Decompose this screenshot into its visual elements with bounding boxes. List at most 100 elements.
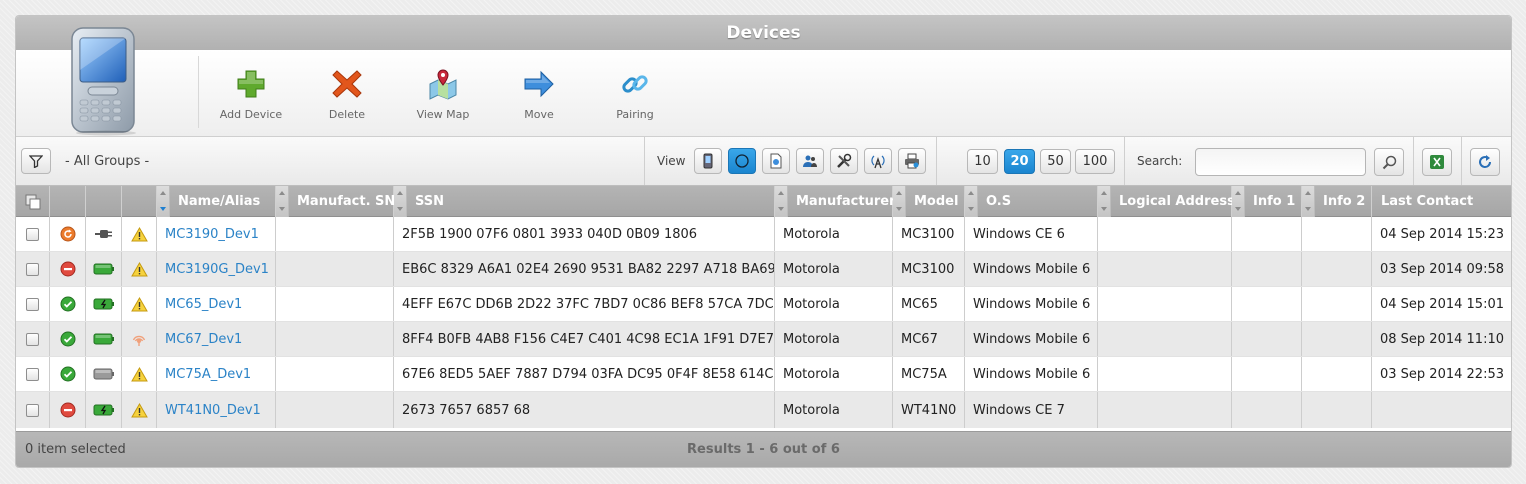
status-column-header: [50, 186, 86, 217]
group-selector[interactable]: - All Groups -: [65, 137, 149, 186]
info2-cell: [1302, 322, 1372, 356]
manufacturer-cell: Motorola: [775, 322, 893, 356]
sort-handle[interactable]: [1098, 186, 1111, 217]
battery-charging-icon: [93, 404, 114, 416]
row-checkbox[interactable]: [26, 332, 39, 346]
warning-icon: [130, 402, 148, 417]
sort-handle[interactable]: [1232, 186, 1245, 217]
sort-handle[interactable]: [394, 186, 407, 217]
view-users-button[interactable]: [796, 148, 824, 174]
logical-address-cell: [1098, 392, 1232, 428]
view-map-button[interactable]: View Map: [398, 68, 488, 121]
sort-handle[interactable]: [1302, 186, 1315, 217]
info2-cell: [1302, 252, 1372, 286]
move-button[interactable]: Move: [494, 68, 584, 121]
device-name-link[interactable]: MC65_Dev1: [165, 297, 242, 312]
column-label: Last Contact: [1381, 194, 1474, 209]
column-label: Info 2: [1323, 194, 1366, 209]
filter-button[interactable]: [21, 148, 51, 174]
circle-icon: [735, 154, 749, 168]
search-button[interactable]: [1374, 148, 1404, 176]
row-checkbox[interactable]: [26, 297, 39, 311]
ssn-cell: 8FF4 B0FB 4AB8 F156 C4E7 C401 4C98 EC1A …: [394, 322, 775, 356]
table-row[interactable]: WT41N0_Dev1 2673 7657 6857 68 Motorola W…: [16, 392, 1511, 428]
info2-cell: [1302, 357, 1372, 391]
device-name-link[interactable]: MC3190G_Dev1: [165, 262, 269, 277]
sort-handle[interactable]: [157, 186, 170, 217]
view-status-button[interactable]: [728, 148, 756, 174]
view-printer-button[interactable]: [898, 148, 926, 174]
column-header-manufact-sn[interactable]: Manufact. SN: [276, 186, 395, 217]
pairing-button[interactable]: Pairing: [590, 68, 680, 121]
row-checkbox[interactable]: [26, 227, 39, 241]
model-cell: WT41N0: [893, 392, 965, 428]
device-name-link[interactable]: WT41N0_Dev1: [165, 403, 261, 418]
view-config-button[interactable]: [762, 148, 790, 174]
device-name-link[interactable]: MC75A_Dev1: [165, 367, 251, 382]
row-checkbox[interactable]: [26, 367, 39, 381]
page-size-10[interactable]: 10: [967, 149, 998, 174]
view-antenna-button[interactable]: [864, 148, 892, 174]
select-all-icon[interactable]: [25, 194, 41, 210]
manufacturer-cell: Motorola: [775, 287, 893, 321]
column-header-ssn[interactable]: SSN: [394, 186, 775, 217]
row-checkbox[interactable]: [26, 403, 39, 417]
model-cell: MC3100: [893, 252, 965, 286]
funnel-icon: [29, 155, 43, 168]
add-device-label: Add Device: [219, 108, 283, 121]
column-header-info1[interactable]: Info 1: [1232, 186, 1302, 217]
delete-button[interactable]: Delete: [302, 68, 392, 121]
view-device-button[interactable]: [694, 148, 722, 174]
table-row[interactable]: MC3190G_Dev1 EB6C 8329 A6A1 02E4 2690 95…: [16, 252, 1511, 287]
page-size-100[interactable]: 100: [1075, 149, 1115, 174]
last-contact-cell: 04 Sep 2014 15:01: [1380, 296, 1504, 312]
column-header-name[interactable]: Name/Alias: [157, 186, 276, 217]
ssn-cell: 67E6 8ED5 5AEF 7887 D794 03FA DC95 0F4F …: [394, 357, 775, 391]
column-header-manufacturer[interactable]: Manufacturer: [775, 186, 896, 217]
device-name-link[interactable]: MC3190_Dev1: [165, 227, 259, 242]
os-cell: Windows CE 7: [965, 392, 1098, 428]
device-name-link[interactable]: MC67_Dev1: [165, 332, 242, 347]
view-tools-button[interactable]: [830, 148, 858, 174]
filter-separator: [644, 137, 645, 185]
column-label: Manufacturer: [796, 194, 896, 209]
os-cell: Windows Mobile 6: [965, 322, 1098, 356]
window-title: Devices: [16, 16, 1511, 50]
mobile-device-icon: [71, 27, 136, 136]
table-row[interactable]: MC75A_Dev1 67E6 8ED5 5AEF 7887 D794 03FA…: [16, 357, 1511, 392]
ssn-cell: 2F5B 1900 07F6 0801 3933 040D 0B09 1806: [394, 217, 775, 251]
manufacturer-cell: Motorola: [775, 252, 893, 286]
column-label: Logical Address: [1119, 194, 1235, 209]
column-header-info2[interactable]: Info 2: [1302, 186, 1372, 217]
refresh-button[interactable]: [1470, 148, 1500, 176]
tools-icon: [837, 153, 852, 168]
power-plug-icon: [94, 230, 112, 238]
column-header-model[interactable]: Model: [893, 186, 965, 217]
model-cell: MC3100: [893, 217, 965, 251]
page-size-50[interactable]: 50: [1040, 149, 1071, 174]
toolbar-divider: [198, 56, 199, 128]
info1-cell: [1232, 252, 1302, 286]
column-header-os[interactable]: O.S: [965, 186, 1098, 217]
page-size-20[interactable]: 20: [1004, 149, 1035, 174]
row-checkbox[interactable]: [26, 262, 39, 276]
blocked-status-icon: [60, 402, 75, 418]
ok-status-icon: [60, 366, 75, 382]
column-label: Info 1: [1253, 194, 1296, 209]
search-input[interactable]: [1195, 148, 1366, 176]
sort-handle[interactable]: [965, 186, 978, 217]
sort-handle[interactable]: [893, 186, 906, 217]
sort-handle[interactable]: [775, 186, 788, 217]
battery-empty-icon: [93, 368, 114, 380]
os-cell: Windows CE 6: [965, 217, 1098, 251]
sort-handle[interactable]: [276, 186, 289, 217]
column-header-last-contact[interactable]: Last Contact: [1372, 186, 1511, 217]
select-all-column: [16, 186, 50, 217]
table-row[interactable]: MC65_Dev1 4EFF E67C DD6B 2D22 37FC 7BD7 …: [16, 287, 1511, 322]
table-header: Name/Alias Manufact. SN SSN Manufacturer…: [16, 186, 1511, 217]
export-excel-button[interactable]: [1422, 148, 1452, 176]
table-row[interactable]: MC3190_Dev1 2F5B 1900 07F6 0801 3933 040…: [16, 217, 1511, 252]
column-header-logical-address[interactable]: Logical Address: [1098, 186, 1235, 217]
table-row[interactable]: MC67_Dev1 8FF4 B0FB 4AB8 F156 C4E7 C401 …: [16, 322, 1511, 357]
add-device-button[interactable]: Add Device: [206, 68, 296, 121]
